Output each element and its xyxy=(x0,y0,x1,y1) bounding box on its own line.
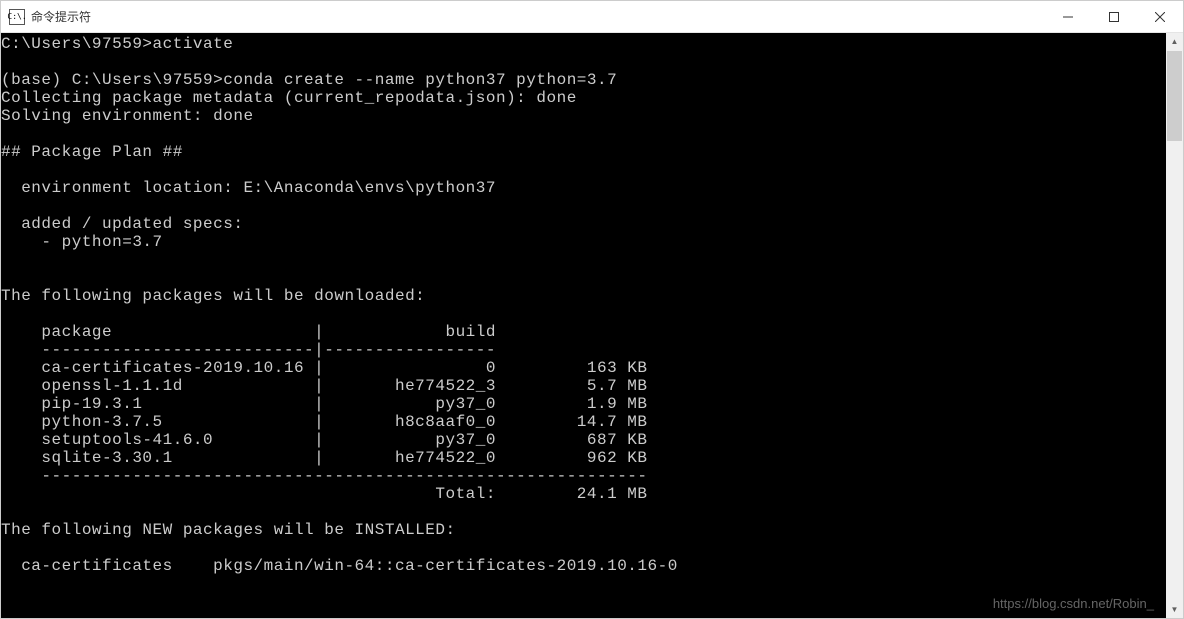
terminal-container: C:\Users\97559>activate (base) C:\Users\… xyxy=(1,33,1183,618)
scrollbar-thumb[interactable] xyxy=(1167,51,1182,141)
window-title: 命令提示符 xyxy=(31,8,1045,25)
vertical-scrollbar[interactable]: ▲ ▼ xyxy=(1166,33,1183,618)
command-prompt-window: C:\. 命令提示符 C:\Users\97559>activate (base… xyxy=(0,0,1184,619)
cmd-icon: C:\. xyxy=(9,9,25,25)
scroll-down-arrow[interactable]: ▼ xyxy=(1166,601,1183,618)
titlebar[interactable]: C:\. 命令提示符 xyxy=(1,1,1183,33)
minimize-button[interactable] xyxy=(1045,1,1091,32)
terminal-output[interactable]: C:\Users\97559>activate (base) C:\Users\… xyxy=(1,33,1166,618)
window-controls xyxy=(1045,1,1183,32)
scroll-up-arrow[interactable]: ▲ xyxy=(1166,33,1183,50)
close-button[interactable] xyxy=(1137,1,1183,32)
maximize-button[interactable] xyxy=(1091,1,1137,32)
